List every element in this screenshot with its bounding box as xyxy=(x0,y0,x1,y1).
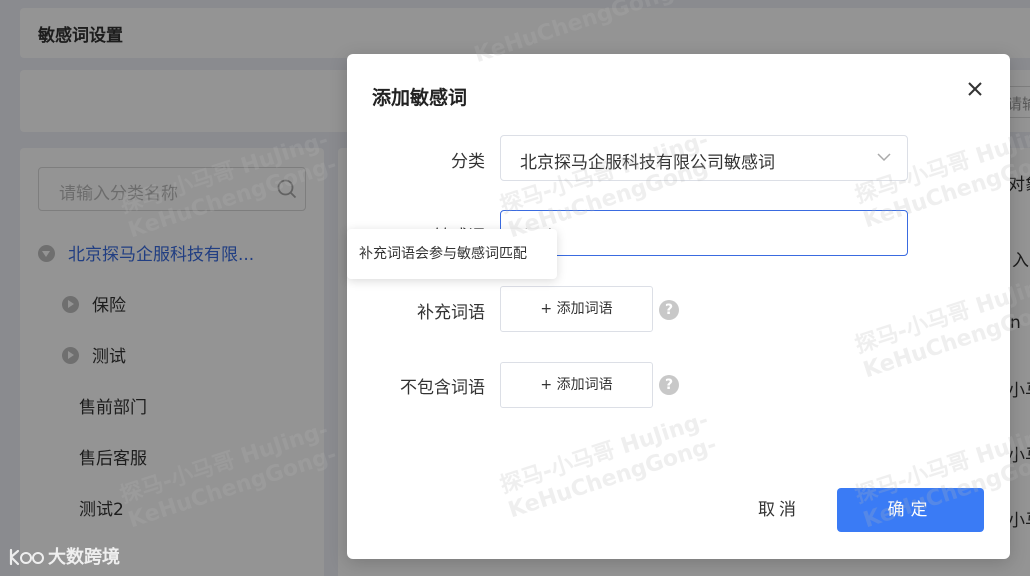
category-select-value: 北京探马企服科技有限公司敏感词 xyxy=(520,153,775,173)
category-label: 分类 xyxy=(451,152,485,172)
close-icon[interactable] xyxy=(964,78,986,100)
dialog-title: 添加敏感词 xyxy=(372,87,468,109)
category-select[interactable]: 北京探马企服科技有限公司敏感词 xyxy=(500,135,908,181)
confirm-button[interactable]: 确定 xyxy=(837,488,984,532)
add-sensitive-word-dialog: 添加敏感词 分类 北京探马企服科技有限公司敏感词 敏感词 必过 补充词语 + 添… xyxy=(347,54,1010,559)
add-supplement-word-button[interactable]: + 添加词语 xyxy=(500,286,653,332)
help-icon[interactable]: ? xyxy=(659,300,679,320)
add-exclude-word-button[interactable]: + 添加词语 xyxy=(500,362,653,408)
brand-mark-icon xyxy=(9,548,44,566)
cancel-button[interactable]: 取消 xyxy=(739,488,819,532)
brand-logo: 大数跨境 xyxy=(8,543,120,569)
supplement-words-label: 补充词语 xyxy=(417,303,485,323)
chevron-down-icon xyxy=(877,153,891,162)
brand-name: 大数跨境 xyxy=(48,547,120,568)
help-icon[interactable]: ? xyxy=(659,375,679,395)
supplement-help-tooltip: 补充词语会参与敏感词匹配 xyxy=(347,229,557,279)
sensitive-word-input[interactable]: 必过 xyxy=(500,210,908,256)
exclude-words-label: 不包含词语 xyxy=(400,378,485,398)
